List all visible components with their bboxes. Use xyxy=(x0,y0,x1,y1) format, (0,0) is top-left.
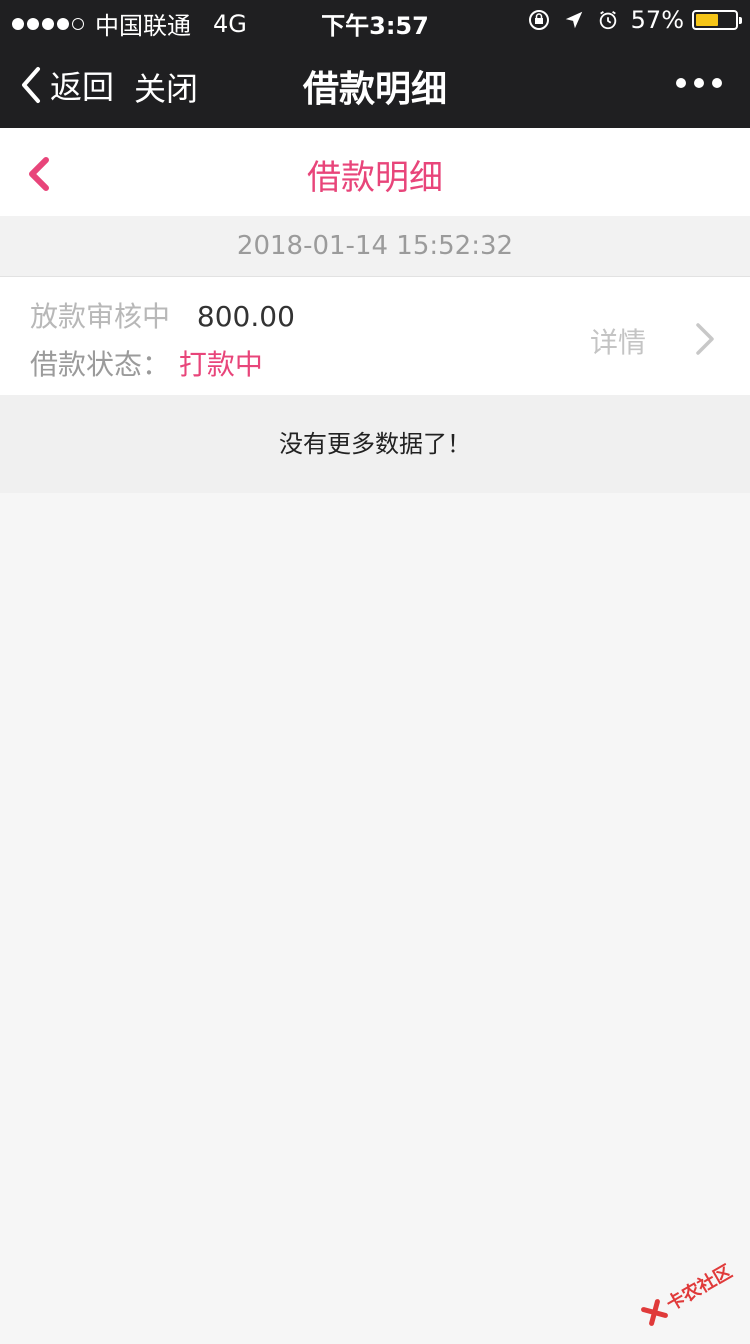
more-dots-icon[interactable] xyxy=(668,78,722,88)
page-title: 借款明细 xyxy=(0,150,750,199)
battery-icon xyxy=(692,10,738,30)
loan-state-value: 打款中 xyxy=(179,348,263,381)
nav-title: 借款明细 xyxy=(0,60,750,112)
battery-fill xyxy=(696,14,718,26)
no-more-data-message: 没有更多数据了！ xyxy=(0,395,750,493)
loan-record-item[interactable]: 放款审核中 800.00 借款状态： 打款中 详情 xyxy=(0,277,750,395)
wechat-nav-bar: 返回 关闭 借款明细 xyxy=(0,40,750,128)
loan-status-label: 放款审核中 xyxy=(30,300,170,333)
orientation-lock-icon xyxy=(527,8,551,32)
alarm-clock-icon xyxy=(597,9,619,31)
loan-amount: 800.00 xyxy=(197,300,295,333)
watermark-logo: 卡农社区 xyxy=(630,1240,750,1344)
status-bar: 中国联通 4G 下午3:57 57% xyxy=(0,0,750,40)
page-header: 借款明细 xyxy=(0,128,750,216)
location-arrow-icon xyxy=(563,9,585,31)
battery-percentage: 57% xyxy=(631,6,684,34)
record-date: 2018-01-14 15:52:32 xyxy=(0,216,750,277)
detail-link[interactable]: 详情 xyxy=(590,321,646,361)
chevron-right-icon xyxy=(694,321,716,361)
loan-state-label: 借款状态： xyxy=(30,348,170,381)
watermark-text: 卡农社区 xyxy=(661,1258,736,1317)
